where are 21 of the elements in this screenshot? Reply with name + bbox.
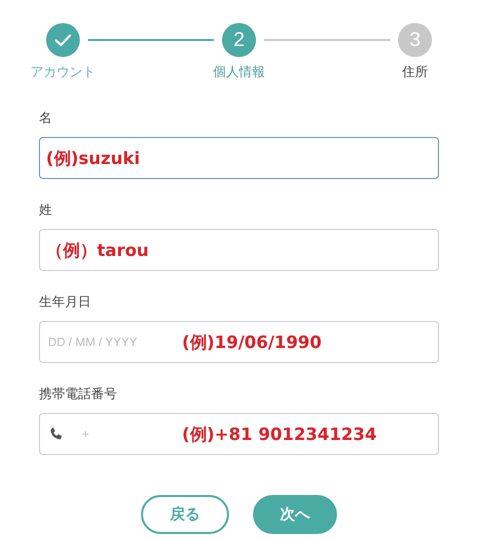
input-field[interactable]: （例）tarou <box>39 229 439 271</box>
field-label: 名 <box>39 110 53 127</box>
date-input[interactable]: DD / MM / YYYY <box>48 335 174 349</box>
field-label: 携帯電話番号 <box>39 386 118 403</box>
example-annotation: （例）tarou <box>46 240 149 262</box>
input-field[interactable]: (例)suzuki <box>39 137 439 179</box>
example-annotation: (例)+81 9012341234 <box>182 424 377 446</box>
next-button[interactable]: 次へ <box>253 495 337 534</box>
example-annotation: (例)19/06/1990 <box>182 332 322 354</box>
step-label: アカウント <box>30 64 96 81</box>
step-label: 個人情報 <box>213 64 265 81</box>
phone-input[interactable]: + <box>82 427 174 441</box>
example-annotation: (例)suzuki <box>46 148 140 170</box>
step-number: 2 <box>222 23 256 57</box>
step-label: 住所 <box>402 64 428 81</box>
back-button[interactable]: 戻る <box>141 495 229 534</box>
field-label: 生年月日 <box>39 294 92 311</box>
field-label: 姓 <box>39 202 53 219</box>
input-field[interactable]: + (例)+81 9012341234 <box>39 413 439 455</box>
phone-icon <box>48 426 64 442</box>
input-field[interactable]: DD / MM / YYYY (例)19/06/1990 <box>39 321 439 363</box>
